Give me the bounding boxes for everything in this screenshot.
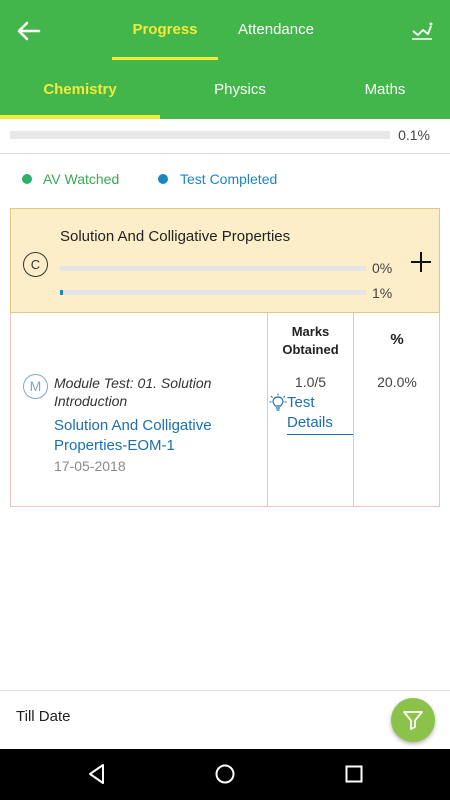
tab-progress[interactable]: Progress [110, 0, 220, 60]
nav-home-icon[interactable] [213, 762, 237, 786]
header-marks-obtained: Marks Obtained [282, 324, 339, 357]
system-nav-bar [0, 749, 450, 800]
test-name: Module Test: 01. Solution Introduction [54, 375, 212, 409]
trend-chart-icon[interactable] [410, 18, 434, 42]
tab-chemistry[interactable]: Chemistry [0, 60, 160, 119]
divider [0, 153, 450, 154]
chapter-av-percent: 0% [372, 260, 393, 276]
tab-progress-label: Progress [132, 21, 198, 38]
chapter-test-progress-fill [60, 290, 64, 295]
legend-test-dot [158, 174, 168, 184]
legend-av-dot [22, 174, 32, 184]
chapter-av-progress-bar [60, 266, 366, 271]
tab-chemistry-label: Chemistry [43, 81, 117, 98]
nav-back-icon[interactable] [85, 762, 109, 786]
till-date-bar[interactable]: Till Date [0, 690, 450, 749]
test-date: 17-05-2018 [54, 458, 126, 474]
subject-tabs: Chemistry Physics Maths [0, 60, 450, 119]
tab-maths-label: Maths [364, 81, 406, 98]
module-badge: M [23, 374, 48, 399]
legend-av-label: AV Watched [43, 171, 120, 187]
tab-attendance[interactable]: Attendance [226, 0, 326, 60]
tab-chemistry-indicator [0, 115, 160, 119]
lightbulb-icon [269, 393, 287, 413]
chapter-test-percent: 1% [372, 285, 393, 301]
overall-progress-bar [10, 131, 390, 139]
legend-test-label: Test Completed [180, 171, 278, 187]
tab-maths[interactable]: Maths [320, 60, 450, 119]
plus-icon[interactable] [409, 250, 433, 274]
chapter-title: Solution And Colligative Properties [60, 228, 291, 245]
header-percent: % [390, 331, 404, 348]
chapter-test-progress-bar [60, 290, 366, 295]
percent-value: 20.0% [377, 374, 417, 390]
till-date-label: Till Date [16, 708, 71, 725]
chapter-card[interactable]: C Solution And Colligative Properties 0%… [10, 208, 440, 313]
tab-physics-label: Physics [214, 81, 266, 98]
nav-recent-icon[interactable] [342, 762, 366, 786]
back-arrow-icon[interactable] [14, 16, 44, 46]
filter-button[interactable] [391, 698, 435, 742]
test-results-table: Marks Obtained % M Module Test: 01. Solu… [10, 313, 440, 507]
test-link[interactable]: Solution And Colligative Properties-EOM-… [54, 416, 264, 456]
chapter-badge: C [23, 252, 48, 277]
test-details-label: Test Details [287, 393, 353, 435]
app-screen: Progress Attendance Chemistry Physics Ma… [0, 0, 450, 800]
overall-progress-percent: 0.1% [398, 127, 430, 143]
tab-attendance-label: Attendance [238, 21, 314, 38]
legend-av-watched: AV Watched [22, 170, 119, 188]
tab-physics[interactable]: Physics [160, 60, 320, 119]
top-app-bar: Progress Attendance [0, 0, 450, 60]
legend-test-completed: Test Completed [158, 170, 277, 188]
marks-value: 1.0/5 [294, 374, 327, 390]
filter-icon [403, 711, 423, 730]
